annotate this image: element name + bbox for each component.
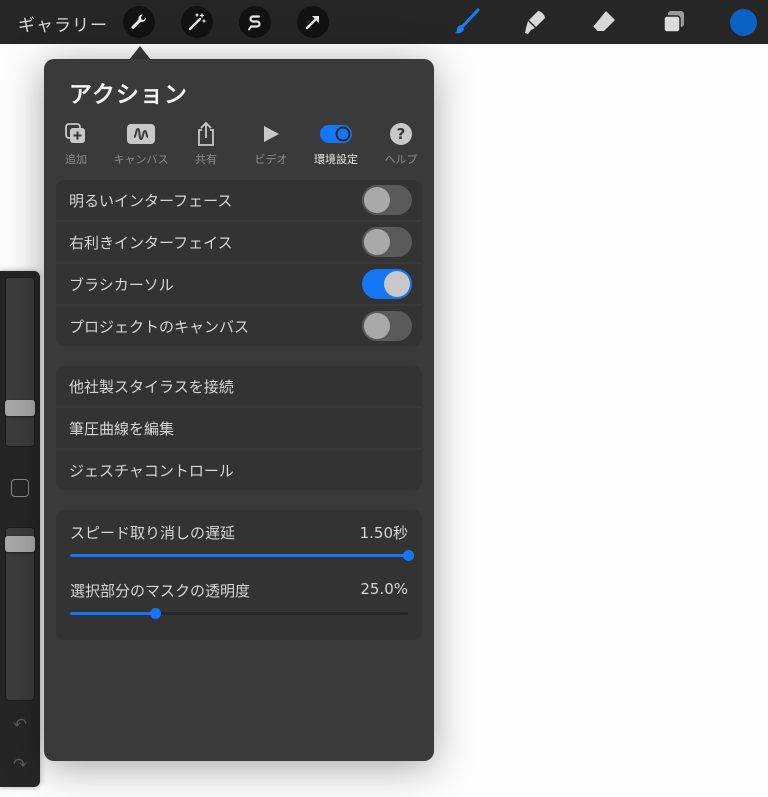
light-interface-toggle[interactable] bbox=[362, 185, 412, 215]
mask-opacity-handle[interactable] bbox=[149, 608, 161, 619]
brush-cursor-toggle[interactable] bbox=[362, 269, 412, 299]
actions-panel: アクション 追加 キャンバス 共有 ビデオ 環境設定 ? ヘルプ 明るいインター… bbox=[44, 59, 434, 761]
add-icon bbox=[44, 121, 108, 147]
slider-group: スピード取り消しの遅延 1.50秒 選択部分のマスクの透明度 25.0% bbox=[56, 510, 422, 640]
svg-text:?: ? bbox=[397, 125, 406, 143]
smudge-icon[interactable] bbox=[520, 8, 548, 36]
redo-icon[interactable]: ↷ bbox=[10, 755, 30, 775]
top-toolbar: ギャラリー bbox=[0, 0, 768, 44]
canvas-icon bbox=[109, 121, 173, 147]
tab-video[interactable]: ビデオ bbox=[239, 121, 303, 167]
play-icon bbox=[239, 121, 303, 147]
eyedropper-button[interactable] bbox=[11, 479, 29, 497]
undo-delay-label: スピード取り消しの遅延 bbox=[70, 524, 236, 542]
tab-add[interactable]: 追加 bbox=[44, 121, 108, 167]
magic-wand-icon[interactable] bbox=[181, 6, 213, 38]
brush-size-slider[interactable] bbox=[5, 277, 35, 447]
left-sidebar: ↶ ↷ bbox=[0, 271, 40, 787]
connect-stylus-row[interactable]: 他社製スタイラスを接続 bbox=[56, 366, 422, 406]
mask-opacity-slider[interactable] bbox=[70, 608, 408, 619]
tab-preferences[interactable]: 環境設定 bbox=[304, 121, 368, 167]
help-icon: ? bbox=[369, 121, 433, 147]
undo-delay-value: 1.50秒 bbox=[359, 524, 408, 542]
mask-opacity-label: 選択部分のマスクの透明度 bbox=[70, 582, 251, 600]
undo-delay-slider[interactable] bbox=[70, 550, 414, 561]
toggle-row-brush-cursor[interactable]: ブラシカーソル bbox=[56, 264, 422, 304]
undo-icon[interactable]: ↶ bbox=[10, 715, 30, 735]
tab-share[interactable]: 共有 bbox=[174, 121, 238, 167]
share-icon bbox=[174, 121, 238, 147]
undo-delay-handle[interactable] bbox=[403, 550, 414, 561]
panel-title: アクション bbox=[69, 82, 188, 108]
project-canvas-toggle[interactable] bbox=[362, 311, 412, 341]
right-hand-interface-toggle[interactable] bbox=[362, 227, 412, 257]
tab-canvas[interactable]: キャンバス bbox=[109, 121, 173, 167]
toggle-icon bbox=[304, 121, 368, 147]
mask-opacity-value: 25.0% bbox=[360, 580, 408, 598]
edit-pressure-curve-row[interactable]: 筆圧曲線を編集 bbox=[56, 408, 422, 448]
brush-size-thumb[interactable] bbox=[5, 400, 35, 417]
brush-icon[interactable] bbox=[452, 8, 480, 36]
gallery-button[interactable]: ギャラリー bbox=[18, 11, 108, 36]
actions-tabs: 追加 キャンバス 共有 ビデオ 環境設定 ? ヘルプ bbox=[44, 121, 434, 171]
layers-icon[interactable] bbox=[660, 8, 688, 36]
popover-caret bbox=[129, 46, 151, 60]
opacity-slider[interactable] bbox=[5, 527, 35, 701]
transform-arrow-icon[interactable] bbox=[297, 6, 329, 38]
wrench-icon[interactable] bbox=[123, 6, 155, 38]
gesture-controls-row[interactable]: ジェスチャコントロール bbox=[56, 450, 422, 490]
toggle-row-light-interface[interactable]: 明るいインターフェース bbox=[56, 180, 422, 220]
tab-help[interactable]: ? ヘルプ bbox=[369, 121, 433, 167]
toggle-row-right-hand-interface[interactable]: 右利きインターフェイス bbox=[56, 222, 422, 262]
selection-icon[interactable] bbox=[239, 6, 271, 38]
toggle-row-project-canvas[interactable]: プロジェクトのキャンバス bbox=[56, 306, 422, 346]
opacity-thumb[interactable] bbox=[5, 536, 35, 553]
eraser-icon[interactable] bbox=[590, 8, 618, 36]
color-picker-button[interactable] bbox=[730, 9, 757, 36]
